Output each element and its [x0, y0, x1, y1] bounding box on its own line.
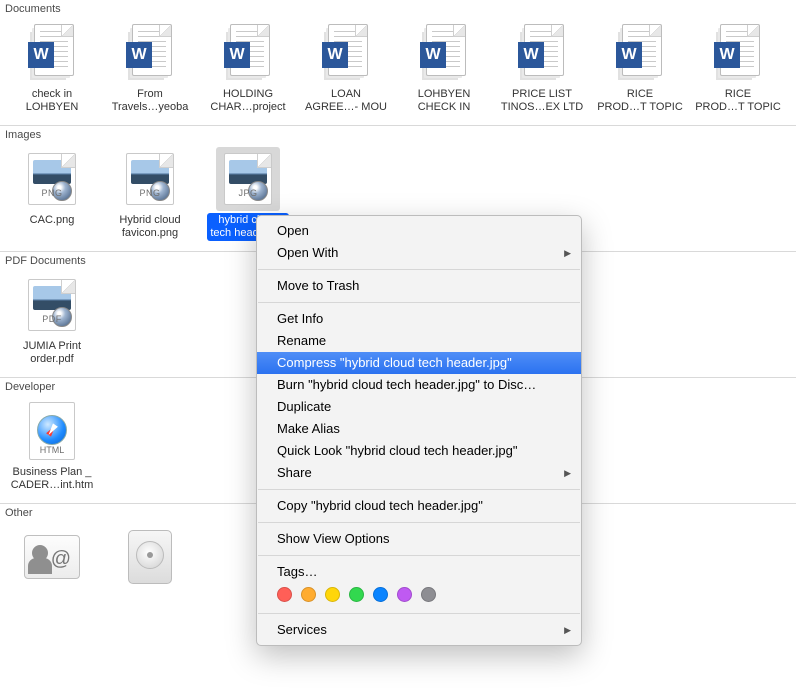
file-item[interactable]: PNG CAC.png [3, 147, 101, 241]
file-item[interactable]: W RICEPROD…T TOPIC [591, 21, 689, 115]
menu-services[interactable]: Services [257, 619, 581, 641]
file-label: JUMIA Printorder.pdf [20, 339, 84, 367]
word-doc-icon: W [706, 21, 770, 85]
file-label: RICEPROD…T TOPIC [594, 87, 686, 115]
menu-make-alias[interactable]: Make Alias [257, 418, 581, 440]
file-label: LOHBYENCHECK IN [415, 87, 474, 115]
menu-copy[interactable]: Copy "hybrid cloud tech header.jpg" [257, 495, 581, 517]
word-doc-icon: W [118, 21, 182, 85]
menu-separator [258, 489, 580, 490]
word-doc-icon: W [20, 21, 84, 85]
file-item[interactable]: PDF JUMIA Printorder.pdf [3, 273, 101, 367]
menu-separator [258, 302, 580, 303]
file-label: PRICE LISTTINOS…EX LTD [498, 87, 586, 115]
file-label: Hybrid cloudfavicon.png [116, 213, 183, 241]
menu-separator [258, 613, 580, 614]
file-item[interactable]: W PRICE LISTTINOS…EX LTD [493, 21, 591, 115]
image-file-icon: JPG [216, 147, 280, 211]
html-file-icon: HTML [20, 399, 84, 463]
word-doc-icon: W [412, 21, 476, 85]
file-label: FromTravels…yeoba [109, 87, 192, 115]
file-item[interactable]: W LOANAGREE…- MOU [297, 21, 395, 115]
menu-open[interactable]: Open [257, 220, 581, 242]
image-file-icon: PNG [20, 147, 84, 211]
file-item[interactable]: W FromTravels…yeoba [101, 21, 199, 115]
menu-quick-look[interactable]: Quick Look "hybrid cloud tech header.jpg… [257, 440, 581, 462]
menu-tags-label[interactable]: Tags… [257, 561, 581, 583]
file-item[interactable]: PNG Hybrid cloudfavicon.png [101, 147, 199, 241]
file-item[interactable] [101, 525, 199, 589]
menu-get-info[interactable]: Get Info [257, 308, 581, 330]
menu-separator [258, 555, 580, 556]
menu-burn[interactable]: Burn "hybrid cloud tech header.jpg" to D… [257, 374, 581, 396]
context-menu: Open Open With Move to Trash Get Info Re… [256, 215, 582, 646]
file-label: check inLOHBYEN [23, 87, 82, 115]
menu-share[interactable]: Share [257, 462, 581, 484]
menu-duplicate[interactable]: Duplicate [257, 396, 581, 418]
menu-separator [258, 522, 580, 523]
menu-tag-colors [257, 583, 581, 608]
file-item[interactable]: W LOHBYENCHECK IN [395, 21, 493, 115]
menu-view-options[interactable]: Show View Options [257, 528, 581, 550]
word-doc-icon: W [314, 21, 378, 85]
file-label: Business Plan _CADER…int.htm [8, 465, 97, 493]
tag-orange[interactable] [301, 587, 316, 602]
file-label: HOLDINGCHAR…project [207, 87, 288, 115]
file-item[interactable]: @ [3, 525, 101, 589]
file-label: CAC.png [27, 213, 78, 228]
file-label: LOANAGREE…- MOU [302, 87, 390, 115]
tag-red[interactable] [277, 587, 292, 602]
menu-rename[interactable]: Rename [257, 330, 581, 352]
word-doc-icon: W [216, 21, 280, 85]
file-item[interactable]: HTML Business Plan _CADER…int.htm [3, 399, 101, 493]
section-header-images: Images [0, 126, 796, 145]
vcard-icon: @ [20, 525, 84, 589]
tag-green[interactable] [349, 587, 364, 602]
file-item[interactable]: W HOLDINGCHAR…project [199, 21, 297, 115]
disk-image-icon [118, 525, 182, 589]
menu-compress[interactable]: Compress "hybrid cloud tech header.jpg" [257, 352, 581, 374]
word-doc-icon: W [510, 21, 574, 85]
file-item[interactable]: W check inLOHBYEN [3, 21, 101, 115]
menu-separator [258, 269, 580, 270]
section-documents: Documents W check inLOHBYEN W FromTravel… [0, 0, 796, 126]
menu-move-to-trash[interactable]: Move to Trash [257, 275, 581, 297]
file-label: RICEPROD…T TOPIC [692, 87, 784, 115]
image-file-icon: PNG [118, 147, 182, 211]
file-item[interactable]: W RICEPROD…T TOPIC [689, 21, 787, 115]
tag-yellow[interactable] [325, 587, 340, 602]
pdf-file-icon: PDF [20, 273, 84, 337]
word-doc-icon: W [608, 21, 672, 85]
tag-gray[interactable] [421, 587, 436, 602]
documents-grid: W check inLOHBYEN W FromTravels…yeoba W … [0, 19, 796, 119]
section-header-documents: Documents [0, 0, 796, 19]
menu-open-with[interactable]: Open With [257, 242, 581, 264]
tag-purple[interactable] [397, 587, 412, 602]
tag-blue[interactable] [373, 587, 388, 602]
